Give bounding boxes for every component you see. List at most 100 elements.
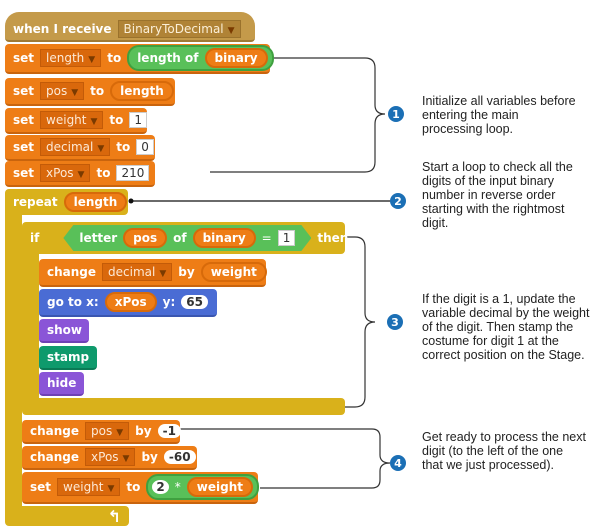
repeat-block-bottom: ↰ [5, 506, 129, 526]
by-label: by [141, 450, 158, 464]
change-label: change [47, 265, 97, 279]
change-label: change [30, 424, 80, 438]
multiply-operator[interactable]: 2 * weight [146, 474, 259, 500]
then-label: then [317, 231, 349, 245]
set-xpos-block[interactable]: set xPos ▼ to 210 [5, 161, 155, 187]
repeat-block-arm [5, 210, 22, 510]
change-decimal-block[interactable]: change decimal ▼ by weight [39, 259, 267, 287]
of-label: of [173, 231, 187, 245]
xpos-variable-reporter[interactable]: xPos [104, 292, 157, 312]
weight-value-input[interactable]: 1 [129, 112, 148, 128]
set-length-block[interactable]: set length ▼ to length of binary [5, 44, 274, 74]
var-dropdown-weight[interactable]: weight ▼ [57, 478, 121, 496]
var-dropdown-pos[interactable]: pos ▼ [85, 422, 130, 440]
y-value-input[interactable]: 65 [181, 295, 208, 309]
equals-label: = [261, 231, 272, 245]
show-block[interactable]: show [39, 319, 89, 343]
equals-condition[interactable]: letter pos of binary = 1 [63, 225, 311, 251]
xpos-value-input[interactable]: 210 [116, 165, 150, 181]
chevron-down-icon: ▼ [77, 170, 85, 180]
decimal-value-input[interactable]: 0 [136, 139, 154, 155]
by-label: by [178, 265, 195, 279]
stamp-block[interactable]: stamp [39, 346, 97, 370]
to-label: to [90, 84, 105, 98]
var-dropdown-weight[interactable]: weight ▼ [40, 111, 104, 129]
weight-variable-reporter[interactable]: weight [186, 477, 253, 497]
multiply-sign: * [174, 480, 181, 494]
to-label: to [109, 113, 124, 127]
length-of-reporter[interactable]: length of binary [127, 45, 274, 71]
set-weight-block[interactable]: set weight ▼ to 1 [5, 108, 148, 134]
if-then-block[interactable]: if letter pos of binary = 1 then [22, 222, 349, 254]
binary-variable-reporter[interactable]: binary [193, 228, 256, 248]
set-weight-multiply-block[interactable]: set weight ▼ to 2 * weight [22, 472, 259, 504]
repeat-block[interactable]: repeat length [5, 189, 128, 215]
set-label: set [13, 113, 35, 127]
bracket-1 [210, 57, 386, 173]
hide-label: hide [47, 376, 77, 390]
when-i-receive-hat-block[interactable]: when I receive BinaryToDecimal ▼ [5, 12, 255, 42]
chevron-down-icon: ▼ [227, 26, 235, 36]
change-xpos-block[interactable]: change xPos ▼ by -60 [22, 446, 197, 470]
var-dropdown-length[interactable]: length ▼ [40, 49, 102, 67]
length-variable-reporter[interactable]: length [110, 81, 174, 101]
change-pos-block[interactable]: change pos ▼ by -1 [22, 420, 181, 444]
annotation-2-text: Start a loop to check all the digits of … [422, 160, 573, 230]
change-xpos-value-input[interactable]: -60 [163, 450, 196, 464]
bracket-3 [345, 236, 376, 408]
repeat-label: repeat [13, 195, 58, 209]
set-label: set [30, 480, 52, 494]
to-label: to [126, 480, 141, 494]
var-dropdown-xpos[interactable]: xPos ▼ [40, 164, 91, 182]
change-pos-value-input[interactable]: -1 [157, 424, 181, 438]
hat-label: when I receive [13, 22, 112, 36]
if-block-arm [22, 250, 39, 410]
var-dropdown-decimal[interactable]: decimal ▼ [40, 138, 111, 156]
stamp-label: stamp [47, 350, 90, 364]
callout-badge-4: 4 [390, 455, 406, 471]
loop-arrow-icon: ↰ [107, 506, 121, 526]
message-dropdown[interactable]: BinaryToDecimal ▼ [117, 20, 241, 38]
change-label: change [30, 450, 80, 464]
annotation-4-text: Get ready to process the next digit (to … [422, 430, 586, 472]
weight-variable-reporter[interactable]: weight [200, 262, 267, 282]
callout-badge-3: 3 [387, 314, 403, 330]
chevron-down-icon: ▼ [159, 269, 167, 279]
to-label: to [116, 140, 131, 154]
chevron-down-icon: ▼ [107, 484, 115, 494]
binary-variable-reporter[interactable]: binary [204, 48, 268, 68]
chevron-down-icon: ▼ [97, 144, 105, 154]
annotation-3-text: If the digit is a 1, update the variable… [422, 292, 590, 362]
set-label: set [13, 140, 35, 154]
set-label: set [13, 51, 35, 65]
set-pos-block[interactable]: set pos ▼ to length [5, 78, 175, 106]
annotation-1-text: Initialize all variables before entering… [422, 94, 576, 136]
var-dropdown-pos[interactable]: pos ▼ [40, 82, 85, 100]
var-dropdown-decimal[interactable]: decimal ▼ [102, 263, 173, 281]
to-label: to [107, 51, 122, 65]
set-decimal-block[interactable]: set decimal ▼ to 0 [5, 135, 155, 161]
chevron-down-icon: ▼ [122, 454, 130, 464]
callout-badge-2: 2 [390, 193, 406, 209]
pos-variable-reporter[interactable]: pos [123, 228, 167, 248]
if-block-bottom [22, 398, 345, 415]
go-to-xy-block[interactable]: go to x: xPos y: 65 [39, 289, 217, 317]
length-of-label: length of [137, 51, 199, 65]
show-label: show [47, 323, 83, 337]
to-label: to [96, 166, 111, 180]
hide-block[interactable]: hide [39, 372, 84, 396]
set-label: set [13, 166, 35, 180]
by-label: by [135, 424, 152, 438]
set-label: set [13, 84, 35, 98]
compare-value-input[interactable]: 1 [278, 230, 296, 246]
letter-label: letter [79, 231, 118, 245]
y-label: y: [162, 295, 176, 309]
callout-badge-1: 1 [388, 106, 404, 122]
length-variable-reporter[interactable]: length [63, 192, 128, 212]
var-dropdown-xpos[interactable]: xPos ▼ [85, 448, 136, 466]
multiply-left-input[interactable]: 2 [152, 480, 169, 494]
chevron-down-icon: ▼ [116, 428, 124, 438]
chevron-down-icon: ▼ [71, 88, 79, 98]
if-label: if [30, 231, 40, 245]
chevron-down-icon: ▼ [88, 55, 96, 65]
